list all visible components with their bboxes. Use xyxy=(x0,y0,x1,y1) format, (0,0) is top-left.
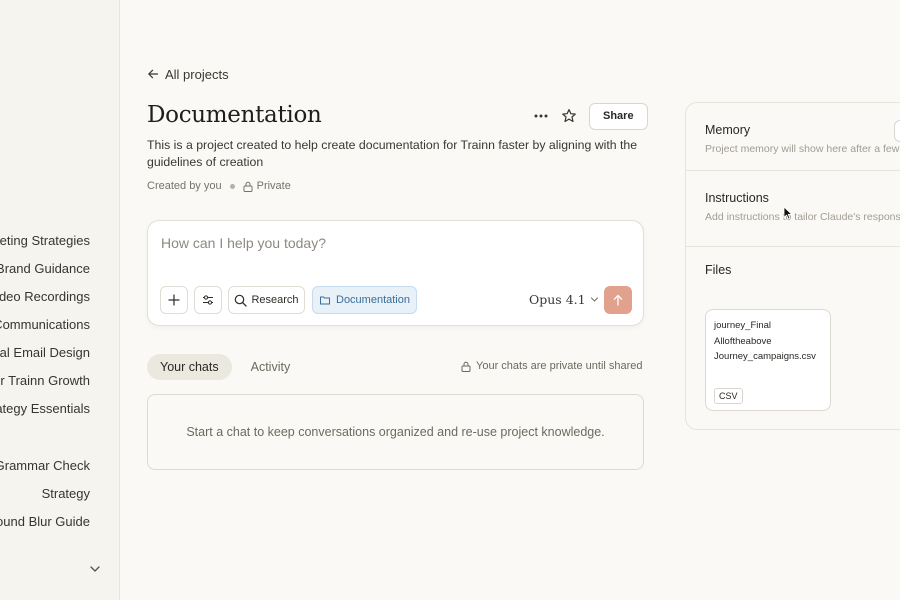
chat-composer: Research Documentation Opus 4.1 xyxy=(147,220,644,326)
page-title: Documentation xyxy=(147,102,322,128)
sidebar-item-project[interactable]: Strategy for Trainn Growth xyxy=(0,371,90,391)
add-content-button[interactable] xyxy=(160,286,188,314)
sidebar-item-project[interactable]: Brand Guidance xyxy=(0,259,90,279)
empty-chats-state: Start a chat to keep conversations organ… xyxy=(147,394,644,470)
sidebar-item-project[interactable]: Strategy Essentials xyxy=(0,399,90,419)
sliders-icon xyxy=(203,295,213,305)
more-options-button[interactable] xyxy=(527,103,555,129)
title-actions: Share xyxy=(527,102,648,130)
lock-icon xyxy=(461,361,471,372)
lock-icon xyxy=(243,181,253,192)
sidebar-item-project[interactable]: Trainn Video Recordings xyxy=(0,287,90,307)
file-card[interactable]: journey_Final Alloftheabove Journey_camp… xyxy=(705,309,831,411)
sidebar-item-project[interactable]: Background Blur Guide xyxy=(0,512,90,532)
project-knowledge-panel: Memory Project memory will show here aft… xyxy=(685,102,900,430)
project-description: This is a project created to help create… xyxy=(147,138,638,169)
model-label: Opus 4.1 xyxy=(529,292,586,307)
tab-your-chats[interactable]: Your chats xyxy=(147,354,232,380)
visibility-status: Private xyxy=(243,180,291,192)
more-horizontal-icon xyxy=(534,114,548,118)
project-chip[interactable]: Documentation xyxy=(312,286,417,314)
model-selector[interactable]: Opus 4.1 xyxy=(529,292,599,307)
chevron-down-icon xyxy=(590,297,598,302)
sidebar-item-project[interactable]: Strategy xyxy=(42,484,90,504)
research-button[interactable]: Research xyxy=(228,286,305,314)
star-icon xyxy=(562,109,576,123)
visibility-label: Private xyxy=(256,180,291,192)
chat-tabs: Your chats Activity xyxy=(147,354,303,380)
created-by-label: Created by you xyxy=(147,180,222,192)
sidebar-item-project[interactable]: Tutorial Email Design xyxy=(0,343,90,363)
tab-activity[interactable]: Activity xyxy=(238,354,304,380)
instructions-subtitle: Add instructions to tailor Claude's resp… xyxy=(705,211,900,223)
arrow-left-icon xyxy=(148,69,159,79)
memory-action-button[interactable] xyxy=(894,120,900,142)
back-link-label: All projects xyxy=(165,66,229,82)
folder-icon xyxy=(320,296,330,305)
instructions-title: Instructions xyxy=(705,191,769,205)
search-icon xyxy=(235,294,248,307)
file-name: journey_Final Alloftheabove Journey_camp… xyxy=(714,320,816,362)
memory-subtitle: Project memory will show here after a fe… xyxy=(705,143,900,155)
files-title: Files xyxy=(705,263,732,277)
main-content: All projects Documentation Share This is… xyxy=(120,0,900,600)
sidebar: Marketing Strategies Brand Guidance Trai… xyxy=(0,0,120,600)
tools-button[interactable] xyxy=(194,286,222,314)
chevron-down-icon[interactable] xyxy=(88,562,102,576)
send-button[interactable] xyxy=(604,286,632,314)
memory-title: Memory xyxy=(705,123,751,137)
instructions-section[interactable]: Instructions Add instructions to tailor … xyxy=(686,171,900,247)
sidebar-item-project[interactable]: Email Communications xyxy=(0,315,90,335)
privacy-note-text: Your chats are private until shared xyxy=(476,360,643,372)
project-meta: Created by you Private xyxy=(147,180,291,192)
star-button[interactable] xyxy=(555,103,583,129)
arrow-up-icon xyxy=(613,294,623,306)
back-to-projects-link[interactable]: All projects xyxy=(147,64,229,84)
sidebar-item-project[interactable]: Grammar Check xyxy=(0,456,90,476)
project-chip-label: Documentation xyxy=(336,294,410,306)
mouse-cursor-icon xyxy=(783,206,793,225)
plus-icon xyxy=(168,294,180,306)
sidebar-item-project[interactable]: Marketing Strategies xyxy=(0,231,90,251)
research-label: Research xyxy=(251,294,299,306)
separator-dot xyxy=(229,183,235,189)
memory-section[interactable]: Memory Project memory will show here aft… xyxy=(686,103,900,171)
privacy-note: Your chats are private until shared xyxy=(461,360,643,372)
file-type-badge: CSV xyxy=(714,388,743,404)
share-button[interactable]: Share xyxy=(589,102,648,130)
chat-input[interactable] xyxy=(161,235,601,251)
